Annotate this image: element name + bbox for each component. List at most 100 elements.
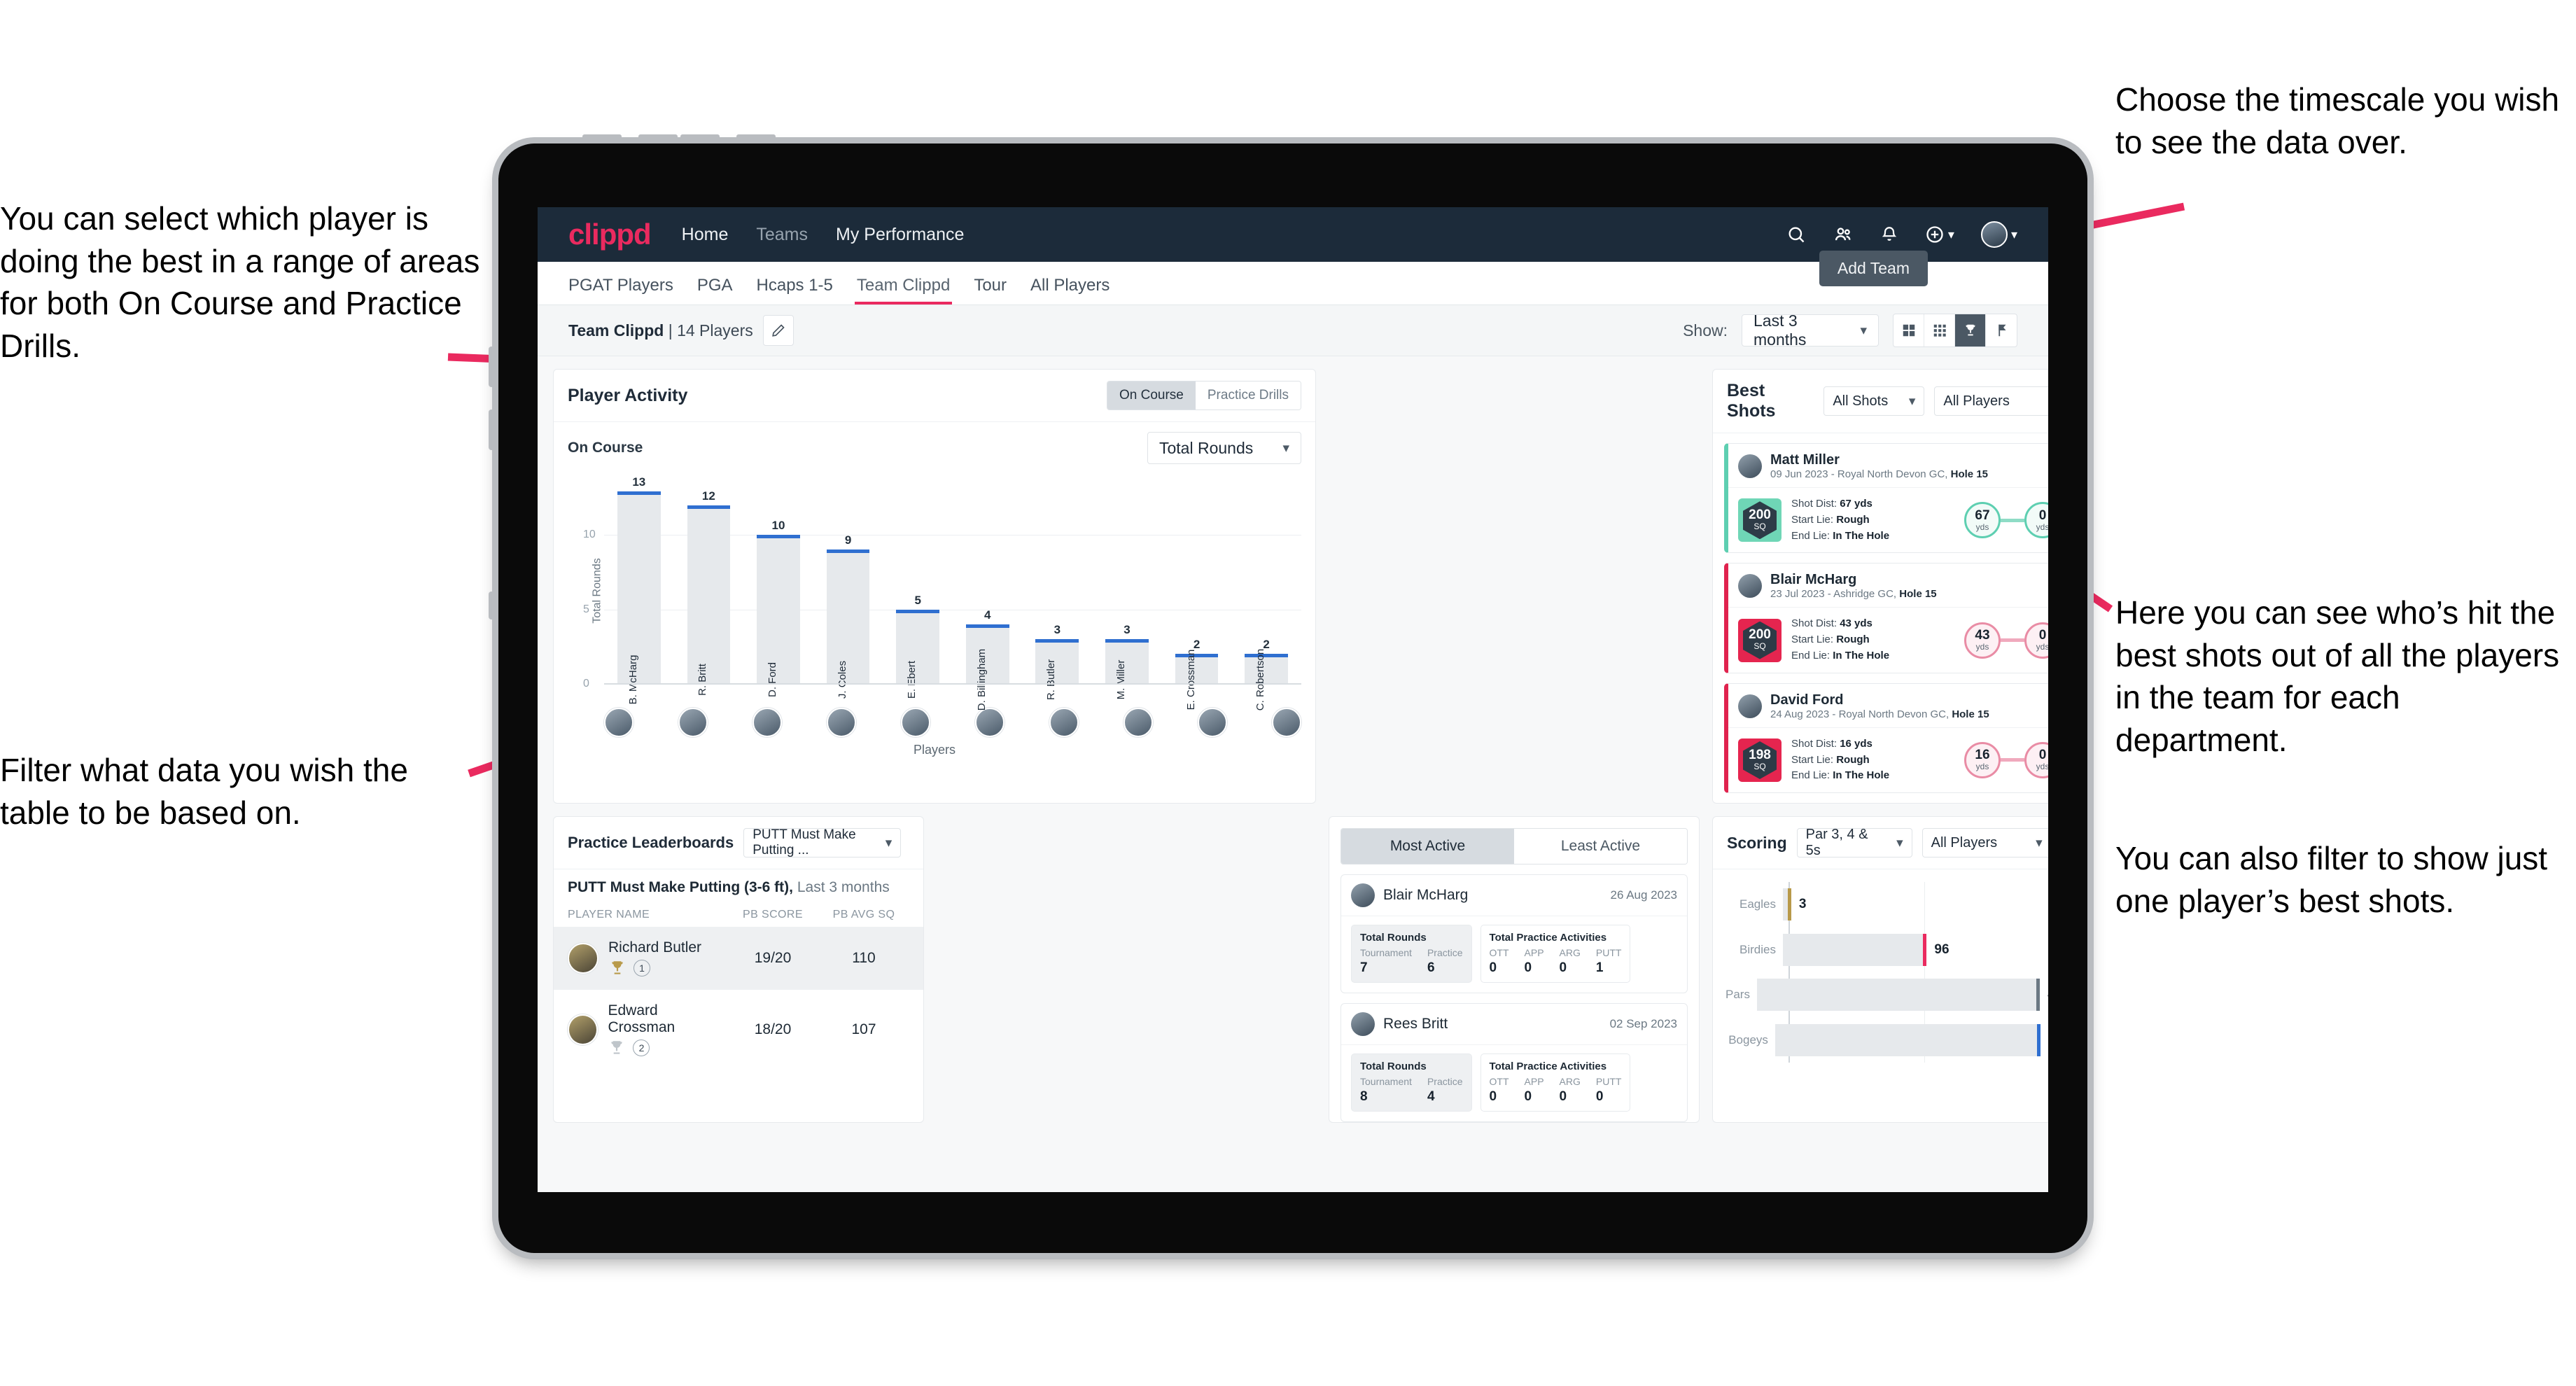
best-shots-player-filter[interactable]: All Players ▾ — [1934, 386, 2048, 416]
chart-x-axis-label: Players — [913, 743, 956, 757]
drill-select-value: PUTT Must Make Putting ... — [752, 827, 856, 858]
player-avatar[interactable] — [1124, 708, 1153, 737]
metric-select[interactable]: Total Rounds ▾ — [1147, 432, 1301, 464]
bell-icon[interactable] — [1880, 225, 1898, 244]
bar-column[interactable]: 10 D. Ford — [743, 475, 813, 697]
player-avatar[interactable] — [1272, 708, 1301, 737]
nav-link-my-performance[interactable]: My Performance — [836, 225, 964, 245]
table-row[interactable]: Richard Butler 1 19/20 110 — [554, 927, 923, 990]
nav-link-home[interactable]: Home — [682, 225, 729, 245]
player-avatar[interactable] — [752, 708, 782, 737]
people-icon[interactable] — [1833, 225, 1854, 244]
sq-value: 198 — [1749, 747, 1771, 762]
view-flag-button[interactable] — [1986, 314, 2017, 346]
bar-column[interactable]: 9 J. Coles — [813, 475, 883, 699]
segment-practice-drills[interactable]: Practice Drills — [1195, 382, 1301, 410]
nav-link-teams[interactable]: Teams — [756, 225, 808, 245]
annotation-left-top: You can select which player is doing the… — [0, 200, 480, 365]
scoring-player-filter[interactable]: All Players ▾ — [1921, 828, 2048, 858]
bar[interactable]: D. Ford — [757, 535, 800, 697]
bar-column[interactable]: 4 D. Billingham — [953, 475, 1023, 710]
end-lie-value: In The Hole — [1833, 529, 1890, 542]
distance-to-unit: yds — [2036, 522, 2048, 532]
scoring-bar — [1783, 888, 1791, 921]
best-shot-card[interactable]: David Ford 24 Aug 2023 - Royal North Devo… — [1724, 682, 2048, 794]
bar[interactable]: D. Billingham — [965, 624, 1009, 710]
tab-most-active[interactable]: Most Active — [1341, 829, 1514, 864]
dashboard-content: Player Activity On Course Practice Drill… — [538, 356, 2048, 1135]
search-icon[interactable] — [1786, 225, 1806, 244]
tab-least-active[interactable]: Least Active — [1514, 829, 1687, 864]
player-avatar[interactable] — [1049, 708, 1079, 737]
bar[interactable]: E. Crossman — [1175, 650, 1219, 710]
tab-team-clippd[interactable]: Team Clippd — [845, 276, 962, 304]
bar[interactable]: C. Robertson — [1245, 649, 1288, 710]
view-trophy-button[interactable] — [1955, 314, 1986, 346]
scoring-row[interactable]: Eagles 3 — [1726, 888, 2048, 921]
total-rounds-title: Total Rounds — [1360, 1060, 1427, 1073]
scoring-row[interactable]: Bogeys211 — [1726, 1023, 2048, 1057]
player-avatar[interactable] — [901, 708, 930, 737]
tab-pga[interactable]: PGA — [685, 276, 745, 304]
bar[interactable]: M. Miller — [1105, 639, 1149, 699]
practice-activities-stat: Total Practice Activities OTT 0 APP 0 ARG 0 PUT… — [1480, 925, 1631, 983]
add-team-tooltip[interactable]: Add Team — [1819, 251, 1928, 286]
table-row[interactable]: Edward Crossman 2 18/20 107 — [554, 990, 923, 1070]
device-button-side-1 — [489, 346, 495, 387]
avatar — [568, 1014, 598, 1046]
best-shots-header: Best Shots All Shots ▾ All Players ▾ — [1713, 370, 2048, 433]
bar[interactable]: J. Coles — [826, 550, 870, 699]
segment-on-course[interactable]: On Course — [1107, 382, 1196, 410]
bar-column[interactable]: 5 E. Ebert — [883, 475, 953, 699]
show-label: Show: — [1683, 321, 1728, 340]
stat-col: PUTT 1 — [1595, 947, 1622, 976]
bar-column[interactable]: 12 R. Britt — [674, 475, 744, 696]
bar[interactable]: R. Britt — [687, 505, 731, 696]
chevron-down-icon: ▾ — [1947, 227, 1954, 241]
app-logo[interactable]: clippd — [568, 218, 652, 251]
distance-visual: 16 yds 0 yds — [1964, 741, 2048, 778]
best-shots-shot-filter[interactable]: All Shots ▾ — [1823, 386, 1925, 416]
timescale-select[interactable]: Last 3 months ▾ — [1742, 312, 1879, 349]
bar-column[interactable]: 2 E. Crossman — [1162, 475, 1232, 710]
scoring-row[interactable]: Pars 499 — [1726, 978, 2048, 1011]
trophy-icon — [612, 961, 623, 974]
player-avatar[interactable] — [1198, 708, 1227, 737]
activity-player-card[interactable]: Blair McHarg 26 Aug 2023 Total Rounds Tourn… — [1340, 874, 1688, 994]
avatar[interactable]: ▾ — [1980, 221, 2017, 248]
drill-select[interactable]: PUTT Must Make Putting ... ▾ — [743, 827, 902, 858]
bar-column[interactable]: 3 R. Butler — [1023, 475, 1093, 700]
bar-column[interactable]: 2 C. Robertson — [1231, 475, 1301, 710]
player-activity-card: Player Activity On Course Practice Drill… — [553, 369, 1316, 804]
player-avatar[interactable] — [975, 708, 1004, 737]
best-shot-card[interactable]: Matt Miller 09 Jun 2023 - Royal North Dev… — [1724, 443, 2048, 554]
player-avatar[interactable] — [678, 708, 708, 737]
activity-player-card[interactable]: Rees Britt 02 Sep 2023 Total Rounds Tournam… — [1340, 1003, 1688, 1123]
y-axis-tick: 5 — [583, 603, 589, 615]
distance-to-unit: yds — [2036, 642, 2048, 652]
plus-circle-icon[interactable]: ▾ — [1925, 225, 1954, 244]
tab-all-players[interactable]: All Players — [1018, 276, 1121, 304]
tab-hcaps-1-5[interactable]: Hcaps 1-5 — [745, 276, 845, 304]
player-avatar[interactable] — [827, 708, 856, 737]
tab-pgat-players[interactable]: PGAT Players — [568, 276, 685, 304]
app-screen: clippd Home Teams My Performance ▾ ▾ PGA… — [538, 207, 2048, 1192]
bar[interactable]: B. McHarg — [617, 491, 661, 704]
distance-from: 67 yds — [1964, 502, 2001, 539]
bar[interactable]: R. Butler — [1035, 639, 1079, 700]
tab-tour[interactable]: Tour — [962, 276, 1018, 304]
view-grid-small-button[interactable] — [1924, 314, 1955, 346]
pencil-icon[interactable] — [762, 315, 794, 346]
player-avatar[interactable] — [604, 708, 634, 737]
bar-label: D. Ford — [766, 662, 778, 698]
best-shot-card[interactable]: Blair McHarg 23 Jul 2023 - Ashridge GC, H… — [1724, 563, 2048, 673]
bar-label: E. Crossman — [1184, 649, 1197, 710]
activity-card-body: Total Rounds Tournament 8 Practice 4 Total Pr… — [1341, 1044, 1687, 1121]
view-grid-large-button[interactable] — [1893, 314, 1924, 346]
bar-column[interactable]: 3 M. Miller — [1092, 475, 1162, 699]
bar[interactable]: E. Ebert — [896, 609, 940, 699]
scoring-row[interactable]: Birdies 96 — [1726, 933, 2048, 967]
bar-column[interactable]: 13 B. McHarg — [604, 475, 674, 704]
distance-to-value: 0 — [2038, 628, 2047, 643]
par-filter-select[interactable]: Par 3, 4 & 5s ▾ — [1796, 827, 1912, 858]
